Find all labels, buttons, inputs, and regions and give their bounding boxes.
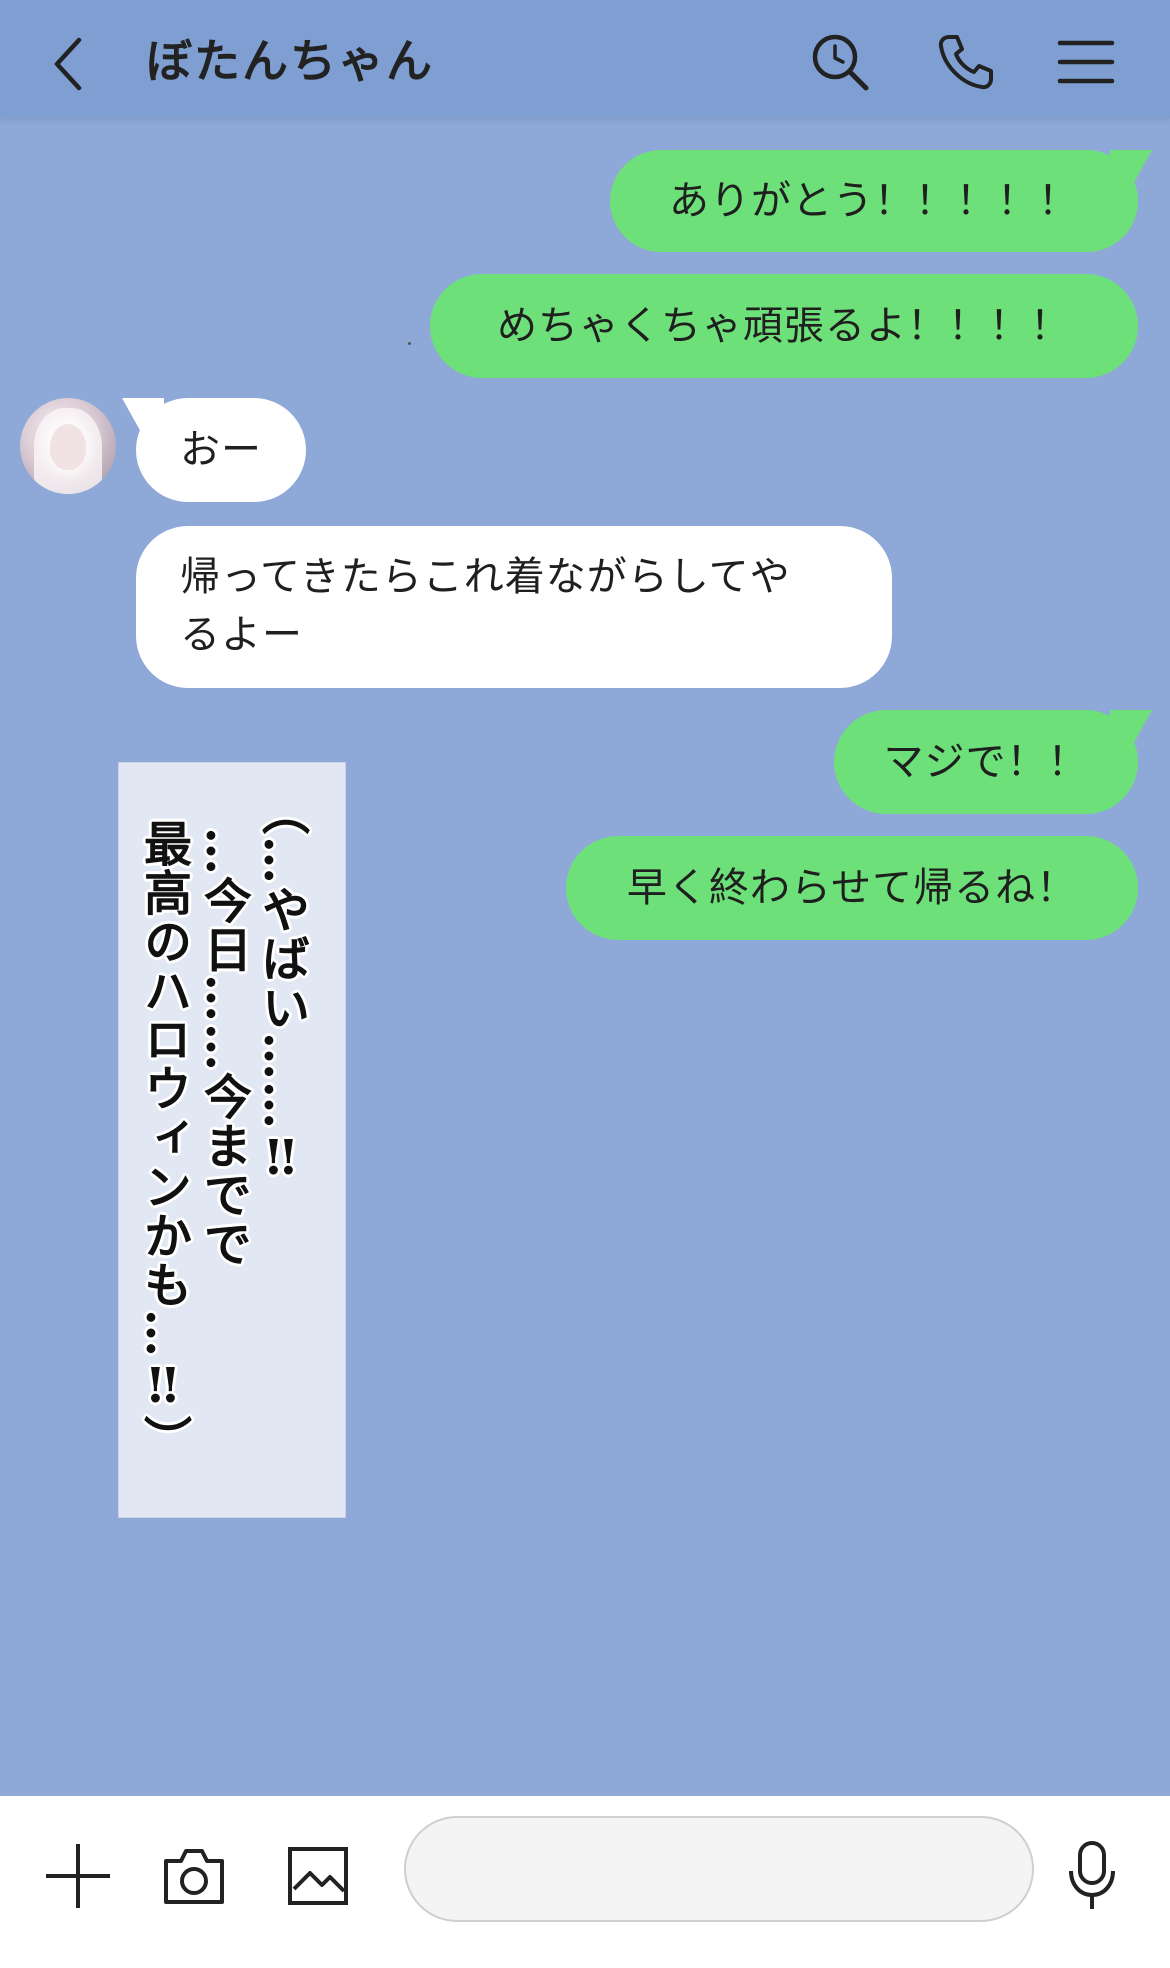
- received-message[interactable]: おー: [122, 398, 306, 502]
- thought-caption: （…やばい……‼ …今日……今までで 最高のハロウィンかも…‼）: [118, 762, 346, 1518]
- bubble-tail: [122, 398, 164, 432]
- stray-dot: [408, 342, 411, 345]
- microphone-icon: [1069, 1841, 1115, 1909]
- sent-message[interactable]: めちゃくちゃ頑張るよ！！！！: [430, 274, 1138, 378]
- thought-line: …今日……今までで: [195, 827, 251, 1268]
- avatar-face: [50, 424, 86, 470]
- voice-input-button[interactable]: [1052, 1836, 1132, 1916]
- back-icon: [54, 37, 82, 91]
- back-button[interactable]: [36, 24, 102, 104]
- sent-message[interactable]: ありがとう！！！！！: [610, 150, 1152, 252]
- sent-message[interactable]: マジで！！: [834, 710, 1152, 814]
- message-input-bar: [0, 1796, 1170, 1968]
- message-text: 早く終わらせて帰るね！: [626, 865, 1078, 911]
- message-line: るよー: [180, 612, 303, 658]
- image-icon: [288, 1847, 348, 1905]
- bubble-tail: [1110, 710, 1152, 744]
- menu-button[interactable]: [1052, 28, 1120, 96]
- call-button[interactable]: [932, 28, 1000, 96]
- message-line: 帰ってきたらこれ着ながらしてや: [180, 554, 791, 600]
- camera-button[interactable]: [154, 1836, 234, 1916]
- menu-icon: [1057, 40, 1115, 84]
- avatar[interactable]: [20, 398, 116, 494]
- search-button[interactable]: [806, 28, 874, 96]
- chat-header: ぼたんちゃん: [0, 0, 1170, 118]
- message-input[interactable]: [404, 1816, 1034, 1922]
- bubble-tail: [1110, 150, 1152, 184]
- phone-icon: [938, 35, 993, 90]
- image-button[interactable]: [278, 1836, 358, 1916]
- thought-line: （…やばい……‼: [253, 787, 309, 1187]
- message-text: マジで！！: [883, 739, 1089, 785]
- message-text: めちゃくちゃ頑張るよ！！！！: [497, 303, 1071, 349]
- sent-message[interactable]: 早く終わらせて帰るね！: [566, 836, 1138, 940]
- message-text: おー: [180, 427, 262, 473]
- chat-title: ぼたんちゃん: [146, 34, 434, 88]
- received-message[interactable]: 帰ってきたらこれ着ながらしてや るよー: [136, 526, 892, 688]
- add-button[interactable]: [38, 1836, 118, 1916]
- search-icon: [812, 34, 869, 91]
- plus-icon: [46, 1844, 110, 1908]
- message-text: ありがとう！！！！！: [669, 178, 1079, 224]
- camera-icon: [164, 1849, 224, 1904]
- thought-line: 最高のハロウィンかも…‼）: [135, 819, 191, 1464]
